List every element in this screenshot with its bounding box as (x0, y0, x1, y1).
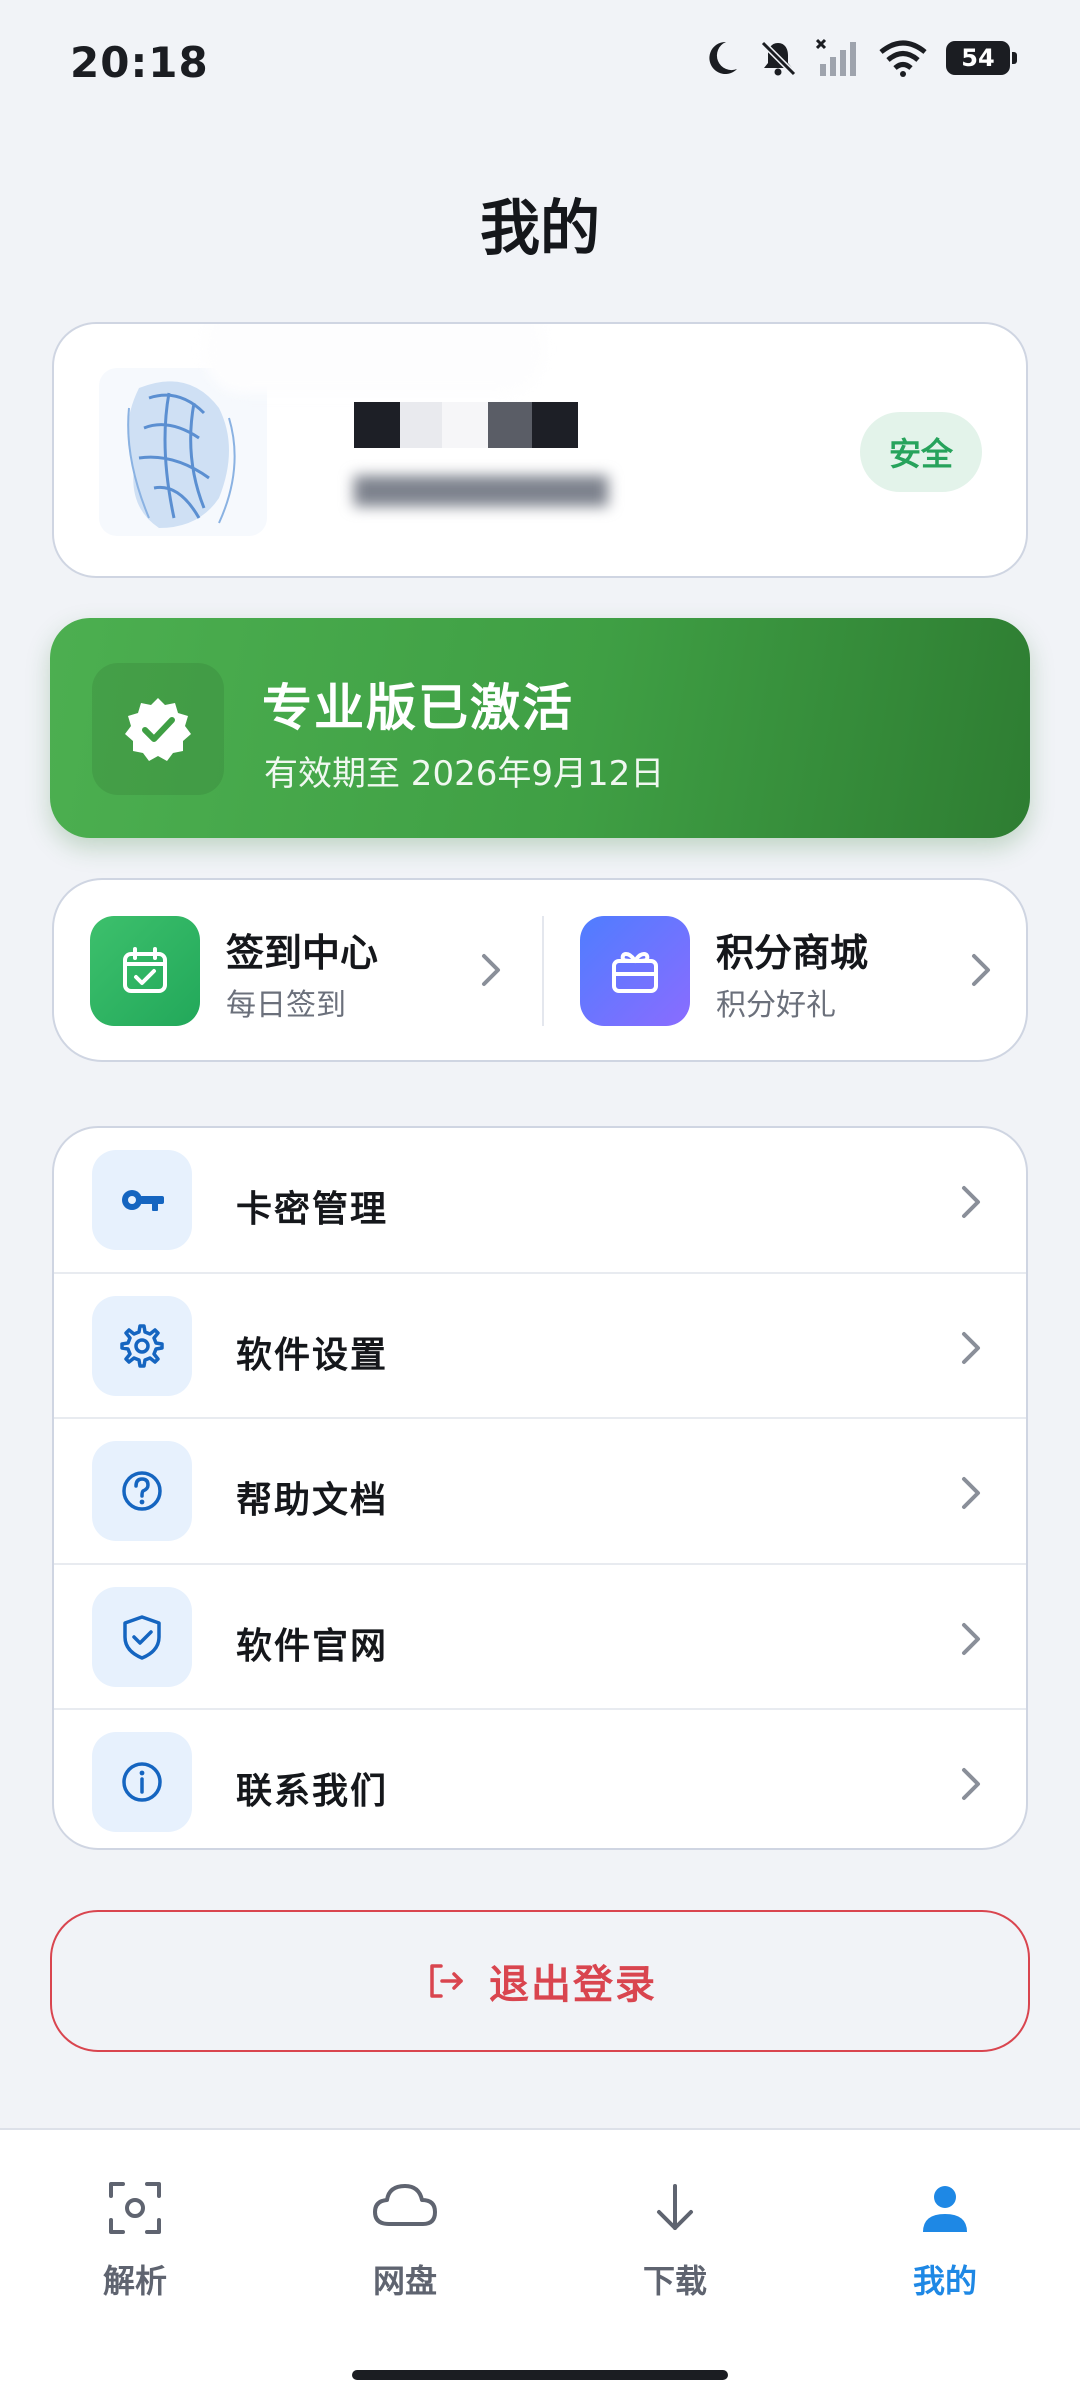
person-icon (923, 2186, 967, 2232)
home-indicator[interactable] (352, 2370, 728, 2380)
chevron-right-icon (482, 954, 500, 986)
status-badge: 安全 (860, 412, 982, 492)
help-circle-icon (92, 1441, 192, 1542)
tab-parse[interactable]: 解析 (35, 2178, 235, 2302)
signal-icon (816, 38, 856, 76)
nav-label: 下载 (642, 2262, 707, 2300)
tab-mine[interactable]: 我的 (845, 2178, 1045, 2302)
quick-subtitle: 积分好礼 (716, 988, 836, 1023)
calendar-check-icon (90, 916, 200, 1026)
gear-icon (92, 1295, 192, 1396)
menu-item-official-site[interactable]: 软件官网 (54, 1565, 1026, 1711)
profile-subtitle-redacted: ▇▇▇▇▇▇▇▇▇▇▇ (354, 472, 608, 507)
pro-status-banner[interactable]: 专业版已激活 有效期至 2026年9月12日 (50, 618, 1030, 838)
scan-icon (109, 2182, 161, 2234)
nav-label: 网盘 (372, 2262, 437, 2300)
gift-icon (580, 916, 690, 1026)
pro-icon-box (92, 663, 224, 795)
moon-icon (709, 41, 737, 74)
wifi-icon (879, 40, 927, 77)
chevron-right-icon (962, 1186, 980, 1218)
points-mall-button[interactable]: 积分商城 积分好礼 (544, 880, 1032, 1060)
menu-list: 卡密管理 软件设置 帮助文档 软件官网 联系我们 (52, 1126, 1028, 1850)
menu-item-card-key[interactable]: 卡密管理 (54, 1128, 1026, 1274)
pro-title: 专业版已激活 (262, 679, 574, 737)
profile-card[interactable]: ▇▇▇▇▇▇▇▇▇▇▇ 安全 (52, 322, 1028, 578)
page-title: 我的 (480, 194, 600, 264)
tab-cloud-drive[interactable]: 网盘 (305, 2178, 505, 2302)
quick-title: 积分商城 (716, 931, 869, 975)
verified-badge-icon (125, 698, 191, 761)
info-circle-icon (92, 1732, 192, 1833)
tab-download[interactable]: 下载 (575, 2178, 775, 2302)
pro-expiry: 有效期至 2026年9月12日 (264, 754, 665, 794)
battery-icon: 54 (946, 41, 1017, 75)
profile-name-redacted (354, 402, 578, 448)
menu-item-help-docs[interactable]: 帮助文档 (54, 1419, 1026, 1565)
logout-icon (430, 1964, 463, 1998)
quick-subtitle: 每日签到 (226, 988, 346, 1023)
chevron-right-icon (972, 954, 990, 986)
menu-label: 软件设置 (236, 1334, 389, 1376)
cloud-icon (373, 2184, 437, 2226)
logout-label: 退出登录 (489, 1962, 657, 2008)
nav-label: 解析 (102, 2262, 167, 2300)
logout-button[interactable]: 退出登录 (50, 1910, 1030, 2052)
nav-label: 我的 (912, 2262, 977, 2300)
menu-label: 帮助文档 (236, 1480, 389, 1522)
download-arrow-icon (657, 2184, 693, 2230)
chevron-right-icon (962, 1622, 980, 1655)
sign-in-center-button[interactable]: 签到中心 每日签到 (54, 880, 542, 1060)
bottom-nav: 解析 网盘 下载 我的 (0, 2128, 1080, 2400)
key-icon (92, 1150, 192, 1250)
menu-label: 卡密管理 (236, 1189, 389, 1230)
chevron-right-icon (962, 1477, 980, 1510)
status-time: 20:18 (70, 38, 209, 87)
quick-actions-card: 签到中心 每日签到 积分商城 积分好礼 (52, 878, 1028, 1062)
chevron-right-icon (962, 1331, 980, 1364)
chevron-right-icon (962, 1768, 980, 1801)
quick-title: 签到中心 (226, 931, 379, 975)
bell-muted-icon (760, 40, 797, 77)
status-bar: 20:18 54 (0, 0, 1080, 130)
menu-label: 软件官网 (236, 1625, 389, 1667)
shield-check-icon (92, 1586, 192, 1687)
menu-item-settings[interactable]: 软件设置 (54, 1274, 1026, 1420)
menu-item-contact-us[interactable]: 联系我们 (54, 1710, 1026, 1848)
status-icons: 54 (706, 38, 1017, 78)
menu-label: 联系我们 (236, 1771, 389, 1813)
